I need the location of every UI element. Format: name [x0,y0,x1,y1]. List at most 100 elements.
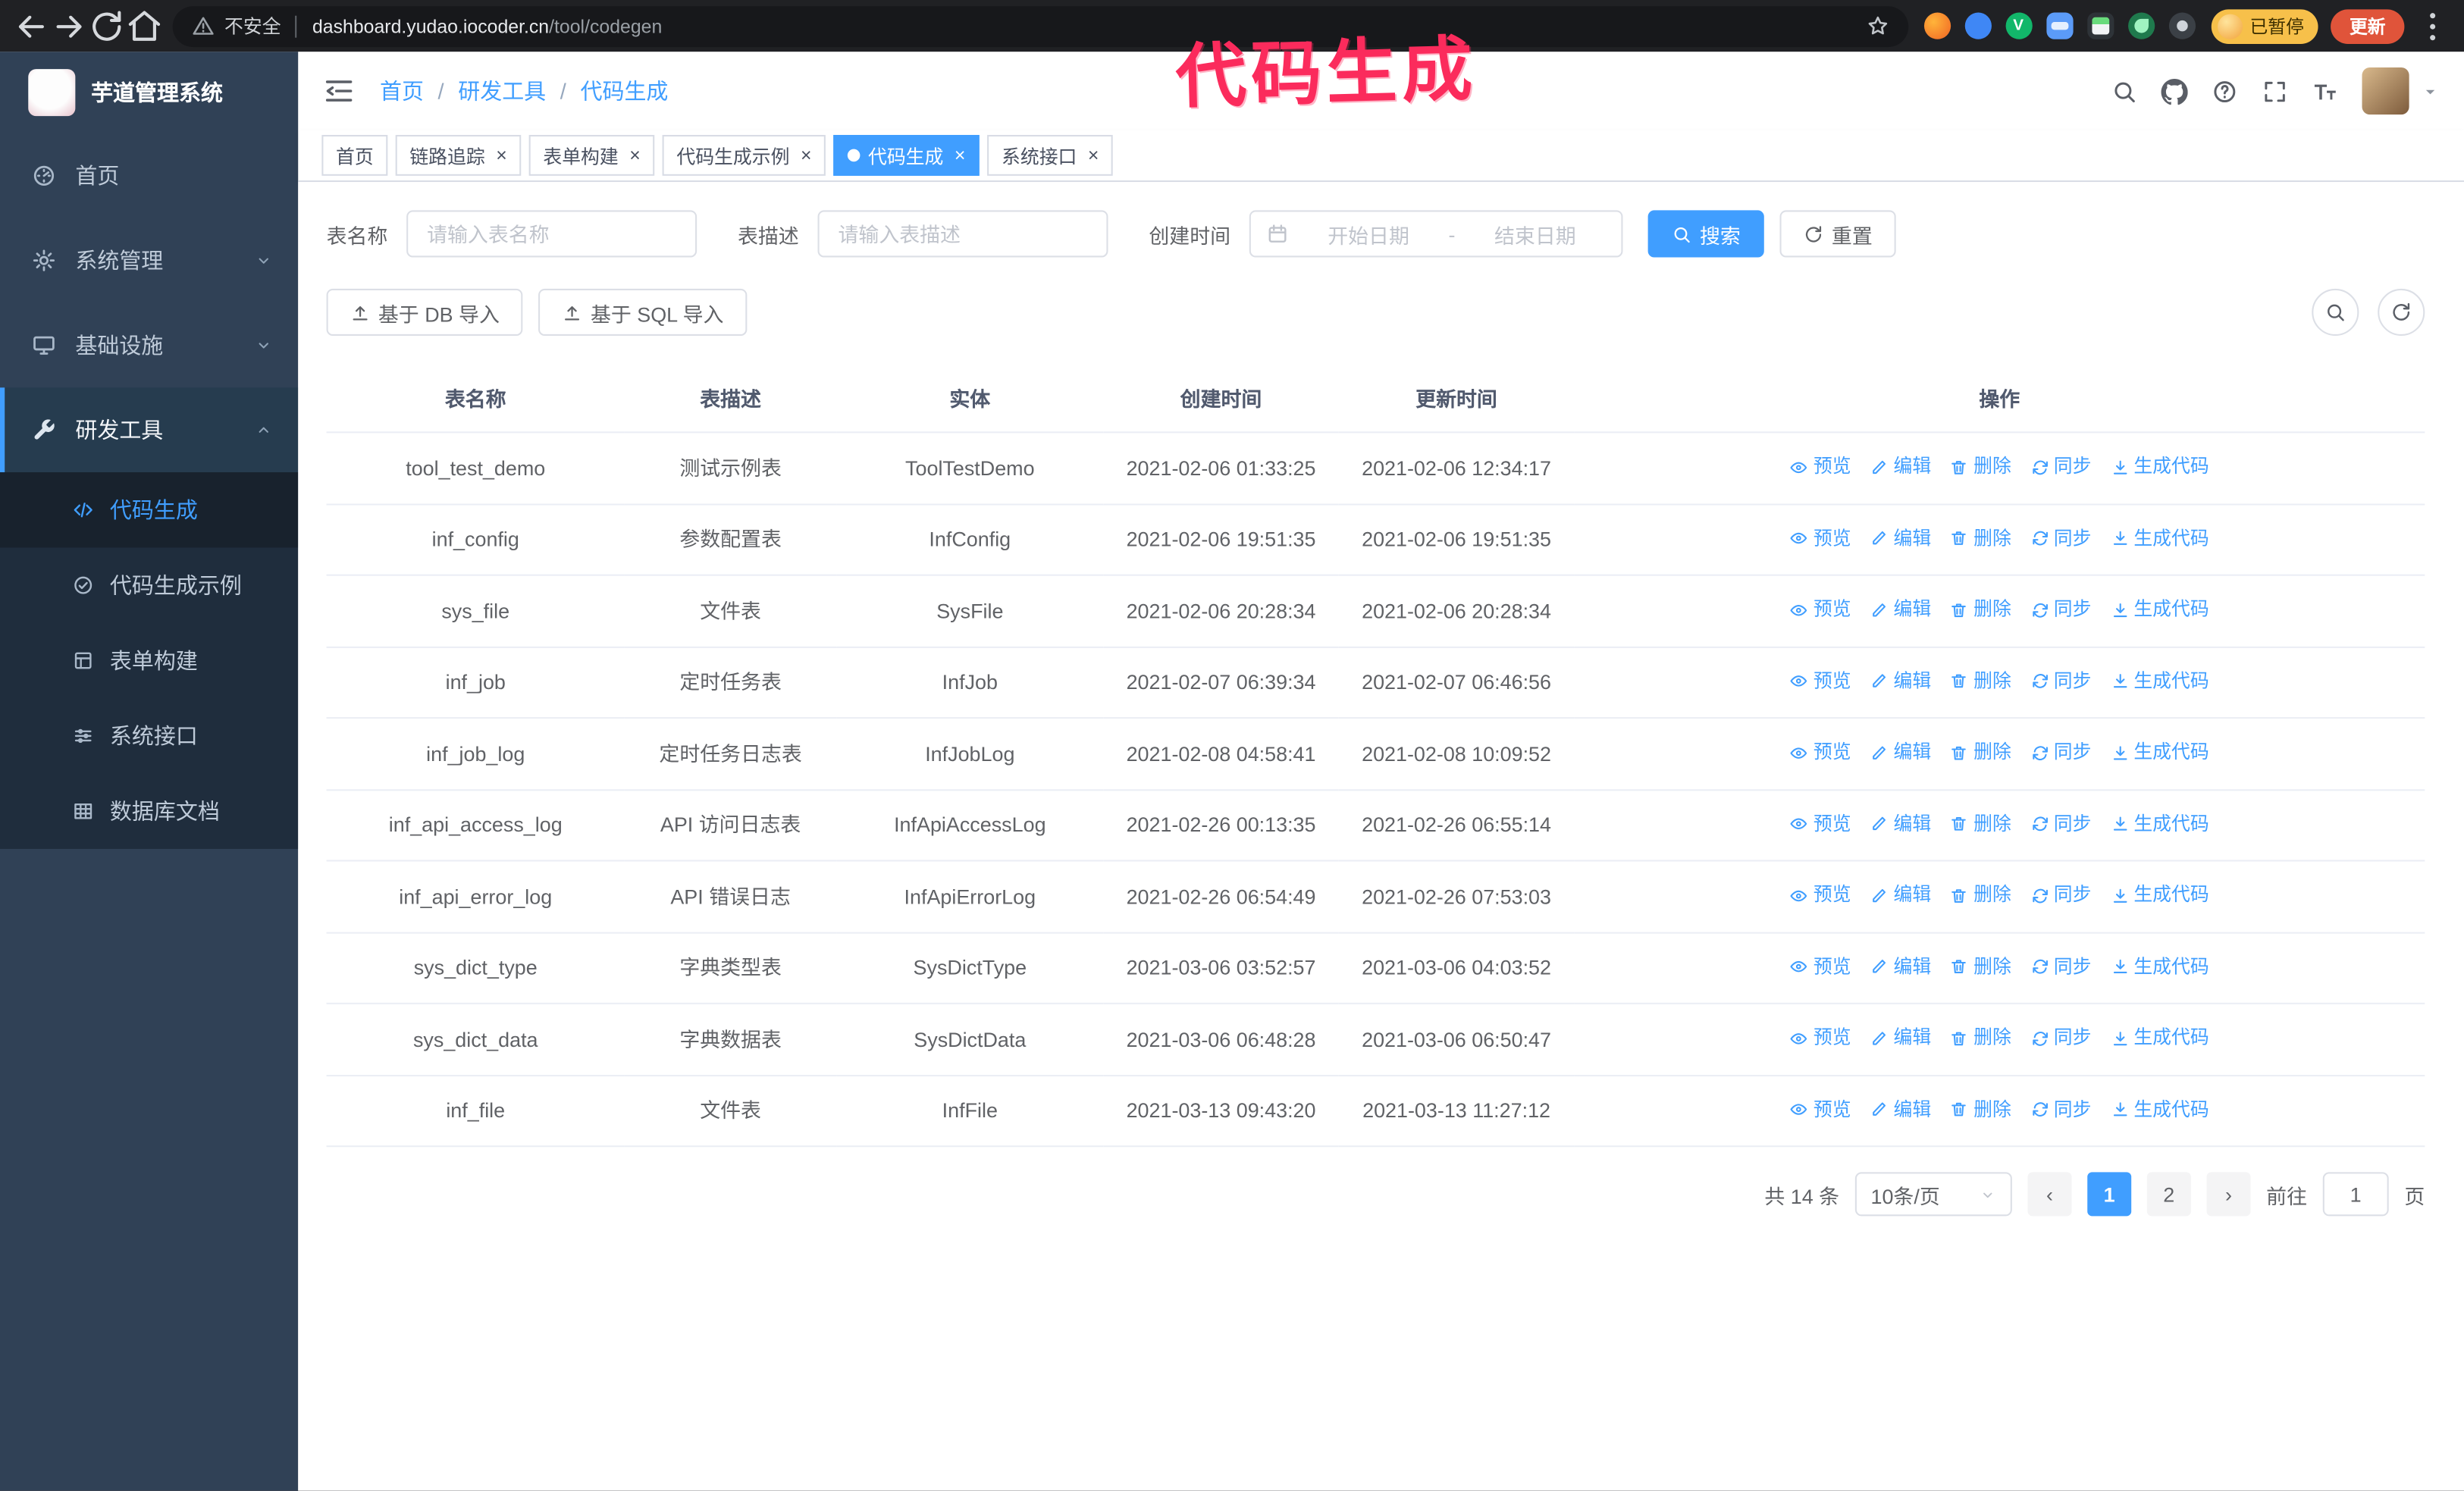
question-icon[interactable] [2212,77,2238,104]
preview-link[interactable]: 预览 [1790,880,1851,910]
chrome-update-button[interactable]: 更新 [2331,8,2405,43]
generate-code-link[interactable]: 生成代码 [2110,809,2209,838]
delete-link[interactable]: 删除 [1950,809,2011,838]
edit-link[interactable]: 编辑 [1870,880,1931,910]
extension-icon[interactable] [2005,12,2032,39]
tab-close-icon[interactable]: × [801,146,812,165]
edit-link[interactable]: 编辑 [1870,452,1931,481]
tab-home[interactable]: 首页 [321,135,388,176]
preview-link[interactable]: 预览 [1790,952,1851,982]
delete-link[interactable]: 删除 [1950,523,2011,553]
generate-code-link[interactable]: 生成代码 [2110,952,2209,982]
breadcrumb-home[interactable]: 首页 [380,75,424,106]
sidebar-item-codegen[interactable]: 代码生成 [0,472,299,548]
edit-link[interactable]: 编辑 [1870,809,1931,838]
preview-link[interactable]: 预览 [1790,523,1851,553]
reset-button[interactable]: 重置 [1779,210,1896,258]
home-icon[interactable] [126,7,164,45]
search-button[interactable]: 搜索 [1647,210,1764,258]
not-secure-warning-icon[interactable] [192,14,215,38]
sync-link[interactable]: 同步 [2030,666,2091,696]
preview-link[interactable]: 预览 [1790,452,1851,481]
edit-link[interactable]: 编辑 [1870,1023,1931,1053]
search-icon[interactable] [2111,77,2137,104]
reload-icon[interactable] [88,7,126,45]
edit-link[interactable]: 编辑 [1870,1095,1931,1124]
sidebar-item-infra[interactable]: 基础设施 [0,303,298,388]
delete-link[interactable]: 删除 [1950,452,2011,481]
breadcrumb-devtools[interactable]: 研发工具 [458,75,546,106]
extension-icon[interactable] [2045,12,2073,39]
delete-link[interactable]: 删除 [1950,952,2011,982]
sidebar-item-form-builder[interactable]: 表单构建 [0,623,298,698]
generate-code-link[interactable]: 生成代码 [2110,595,2209,625]
sidebar-item-home[interactable]: 首页 [0,133,298,218]
sidebar-item-system[interactable]: 系统管理 [0,218,298,303]
generate-code-link[interactable]: 生成代码 [2110,738,2209,767]
page-size-select[interactable]: 10条/页 [1854,1172,2012,1217]
page-button-1[interactable]: 1 [2087,1172,2132,1217]
github-icon[interactable] [2161,77,2188,105]
address-bar[interactable]: 不安全 dashboard.yudao.iocoder.cn/tool/code… [172,5,1908,47]
table-name-input[interactable] [406,210,698,258]
sync-link[interactable]: 同步 [2030,809,2091,838]
preview-link[interactable]: 预览 [1790,1023,1851,1053]
next-page-button[interactable]: › [2206,1172,2251,1217]
delete-link[interactable]: 删除 [1950,1095,2011,1124]
delete-link[interactable]: 删除 [1950,666,2011,696]
sidebar-item-db-doc[interactable]: 数据库文档 [0,774,298,849]
edit-link[interactable]: 编辑 [1870,523,1931,553]
generate-code-link[interactable]: 生成代码 [2110,1095,2209,1124]
import-db-button[interactable]: 基于 DB 导入 [326,288,523,337]
generate-code-link[interactable]: 生成代码 [2110,666,2209,696]
preview-link[interactable]: 预览 [1790,666,1851,696]
chevron-down-icon[interactable] [2422,83,2439,100]
generate-code-link[interactable]: 生成代码 [2110,1023,2209,1053]
edit-link[interactable]: 编辑 [1870,738,1931,767]
sync-link[interactable]: 同步 [2030,738,2091,767]
browser-menu-icon[interactable] [2414,7,2452,45]
toggle-search-button[interactable] [2312,288,2359,337]
refresh-table-button[interactable] [2378,288,2425,337]
user-avatar[interactable] [2362,67,2409,115]
sidebar-item-devtools[interactable]: 研发工具 [0,387,299,473]
table-desc-input[interactable] [817,210,1108,258]
delete-link[interactable]: 删除 [1950,1023,2011,1053]
tab-close-icon[interactable]: × [955,146,966,165]
extension-icon[interactable] [2127,12,2155,39]
preview-link[interactable]: 预览 [1790,809,1851,838]
sync-link[interactable]: 同步 [2030,1095,2091,1124]
import-sql-button[interactable]: 基于 SQL 导入 [538,288,748,337]
delete-link[interactable]: 删除 [1950,880,2011,910]
sidebar-item-codegen-example[interactable]: 代码生成示例 [0,547,298,622]
sync-link[interactable]: 同步 [2030,523,2091,553]
delete-link[interactable]: 删除 [1950,738,2011,767]
tab-system-api[interactable]: 系统接口 × [987,135,1114,176]
font-size-icon[interactable] [2312,77,2338,104]
goto-page-input[interactable] [2322,1172,2389,1217]
prev-page-button[interactable]: ‹ [2027,1172,2072,1217]
preview-link[interactable]: 预览 [1790,1095,1851,1124]
generate-code-link[interactable]: 生成代码 [2110,880,2209,910]
edit-link[interactable]: 编辑 [1870,666,1931,696]
edit-link[interactable]: 编辑 [1870,952,1931,982]
tab-close-icon[interactable]: × [1088,146,1099,165]
page-button-2[interactable]: 2 [2146,1172,2191,1217]
preview-link[interactable]: 预览 [1790,595,1851,625]
sidebar-item-system-api[interactable]: 系统接口 [0,698,298,773]
extension-icon[interactable] [1964,12,1991,39]
create-time-range-picker[interactable]: 开始日期 - 结束日期 [1249,210,1623,258]
generate-code-link[interactable]: 生成代码 [2110,452,2209,481]
edit-link[interactable]: 编辑 [1870,595,1931,625]
back-icon[interactable] [13,7,51,45]
extension-icon[interactable] [2168,12,2196,39]
extension-icon[interactable] [1923,12,1951,39]
sync-link[interactable]: 同步 [2030,1023,2091,1053]
sync-link[interactable]: 同步 [2030,595,2091,625]
bookmark-star-icon[interactable] [1865,14,1889,38]
generate-code-link[interactable]: 生成代码 [2110,523,2209,553]
profile-paused-badge[interactable]: 已暂停 [2210,8,2318,43]
extension-icon[interactable] [2086,12,2114,39]
sync-link[interactable]: 同步 [2030,952,2091,982]
tab-codegen[interactable]: 代码生成 × [833,135,980,176]
